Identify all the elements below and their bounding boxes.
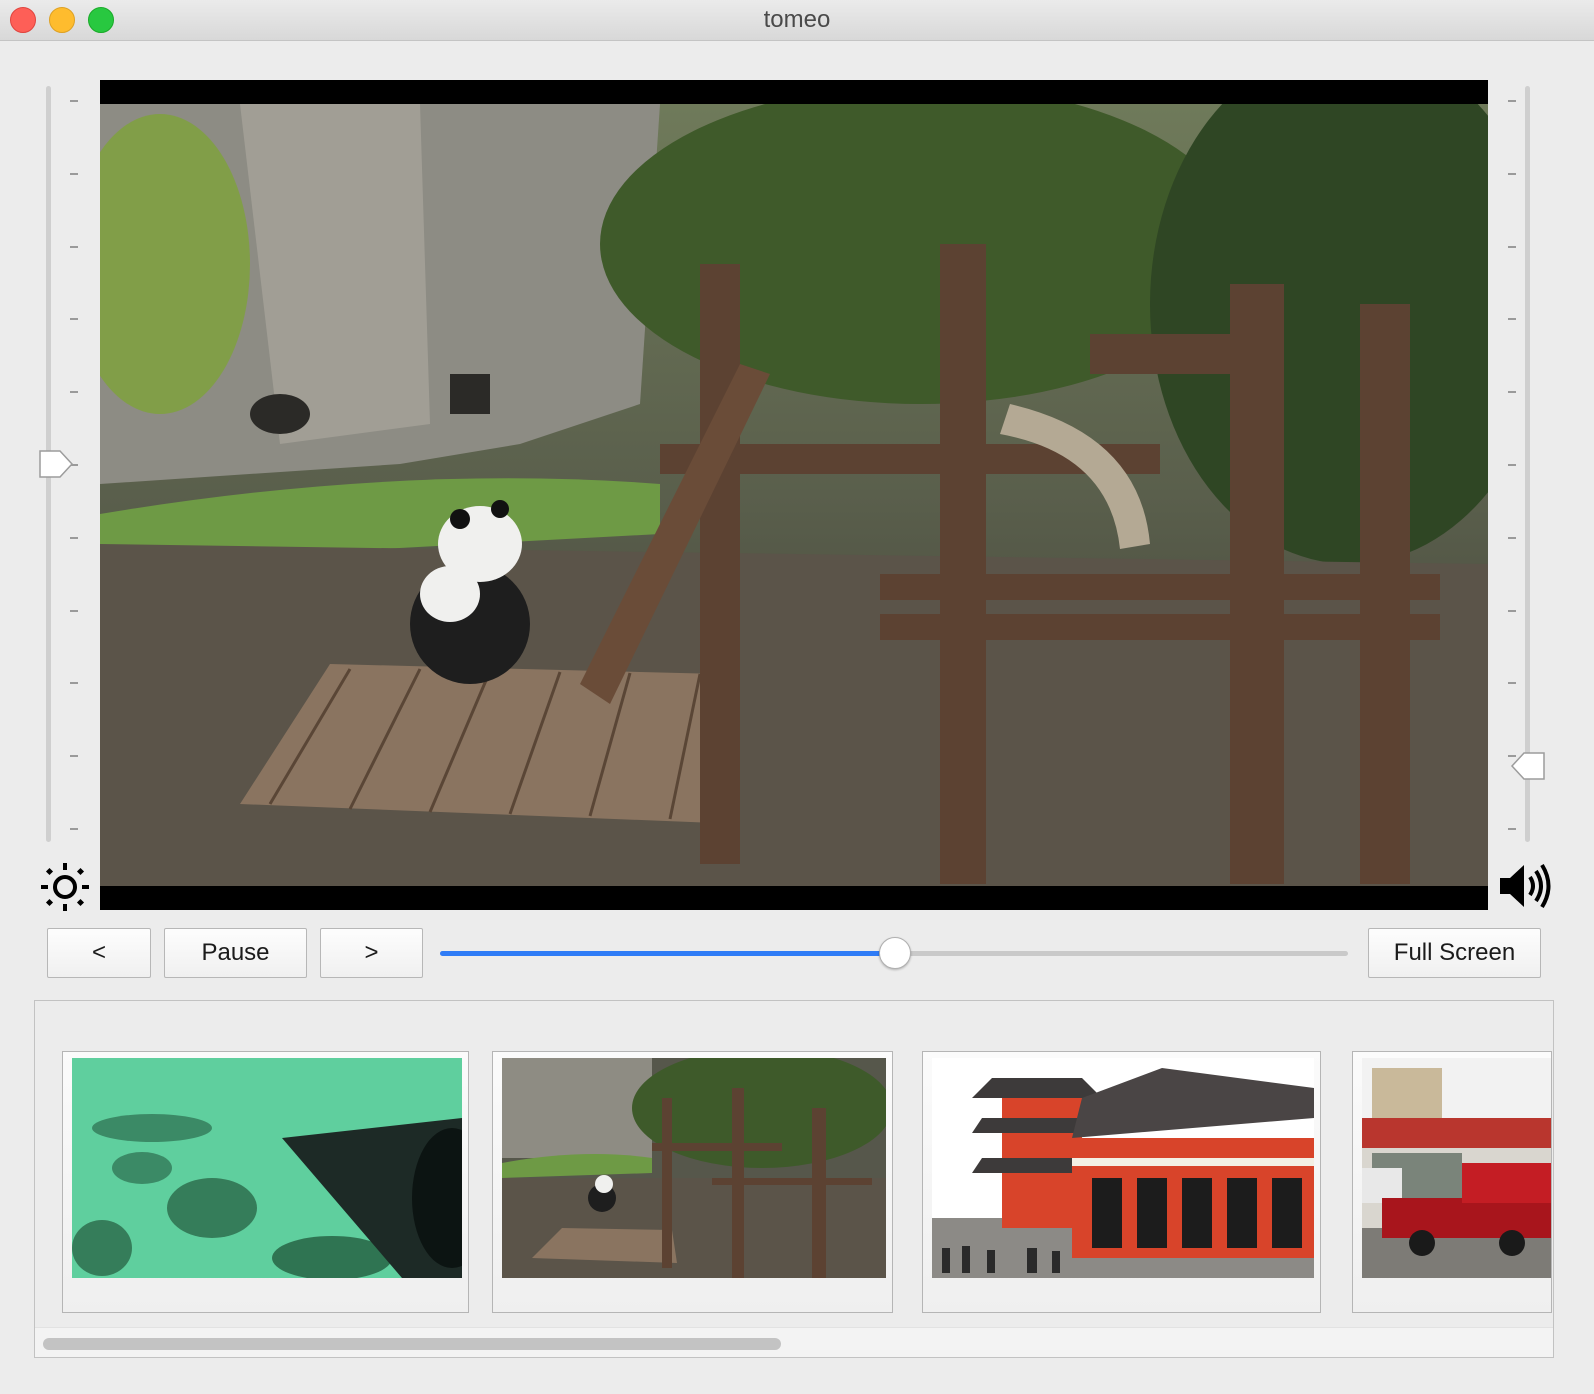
volume-slider-track[interactable] <box>1525 86 1530 842</box>
thumbnail-underwater[interactable] <box>62 1051 469 1313</box>
slider-tick <box>1508 464 1516 466</box>
slider-tick <box>70 100 78 102</box>
thumbnail-panda-enclosure[interactable] <box>492 1051 893 1313</box>
thumbnail-scrollbar[interactable] <box>35 1327 1553 1357</box>
full-screen-button[interactable]: Full Screen <box>1368 928 1541 978</box>
slider-tick <box>1508 609 1516 612</box>
playback-progress-slider[interactable] <box>440 937 1348 969</box>
thumbnail-image <box>1362 1058 1551 1278</box>
slider-tick <box>1508 682 1516 685</box>
slider-tick <box>70 391 78 394</box>
thumbnail-red-temple[interactable] <box>922 1051 1321 1313</box>
scrollbar-thumb[interactable] <box>43 1338 781 1350</box>
slider-tick <box>1508 100 1516 102</box>
thumbnail-image <box>932 1058 1314 1278</box>
slider-tick <box>70 318 78 321</box>
slider-tick <box>1508 245 1516 248</box>
slider-tick <box>1508 536 1516 539</box>
slider-tick <box>70 172 78 175</box>
thumbnail-image <box>502 1058 886 1278</box>
title-bar: tomeo <box>0 0 1594 41</box>
brightness-slider-handle[interactable] <box>38 448 74 480</box>
window-title: tomeo <box>763 6 831 33</box>
slider-tick <box>1508 828 1516 830</box>
thumbnail-street-truck[interactable] <box>1352 1051 1552 1313</box>
progress-fill <box>440 951 894 956</box>
progress-knob[interactable] <box>879 937 911 969</box>
slider-tick <box>70 609 78 612</box>
thumbnail-strip[interactable] <box>34 1000 1554 1358</box>
volume-slider-handle[interactable] <box>1510 750 1546 782</box>
slider-tick <box>1508 318 1516 321</box>
previous-button[interactable]: < <box>47 928 151 978</box>
slider-tick <box>70 755 78 758</box>
speaker-volume-icon <box>1500 863 1551 909</box>
brightness-icon <box>41 863 89 911</box>
slider-tick <box>70 536 78 539</box>
slider-tick <box>70 245 78 248</box>
next-button[interactable]: > <box>320 928 423 978</box>
slider-tick <box>70 828 78 830</box>
video-player[interactable] <box>100 80 1488 910</box>
slider-tick <box>1508 172 1516 175</box>
slider-tick <box>70 682 78 685</box>
thumbnail-image <box>72 1058 462 1278</box>
slider-tick <box>1508 391 1516 394</box>
video-frame-image <box>100 104 1488 886</box>
pause-button[interactable]: Pause <box>164 928 307 978</box>
